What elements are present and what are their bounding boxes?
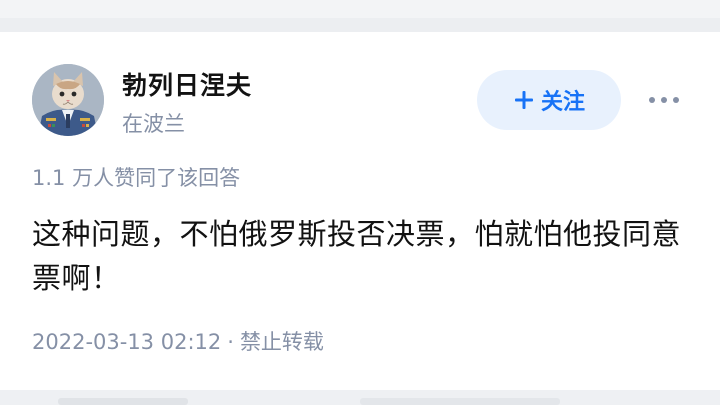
plus-icon: [514, 91, 533, 109]
copyright-notice: 禁止转载: [239, 330, 324, 354]
answer-content[interactable]: 这种问题，不怕俄罗斯投否决票，怕就怕他投同意票啊！: [32, 212, 692, 300]
next-card-edge-right: [360, 398, 560, 405]
author-avatar[interactable]: [32, 64, 104, 136]
bottom-band: [0, 390, 720, 405]
meta-separator: ·: [227, 330, 234, 354]
more-options-icon[interactable]: [644, 90, 684, 110]
top-band: [0, 0, 720, 32]
next-card-edge: [58, 398, 188, 405]
author-location: 在波兰: [122, 112, 185, 136]
cat-avatar-icon: [32, 64, 104, 136]
like-count-text: 1.1 万人赞同了该回答: [32, 166, 241, 190]
author-name[interactable]: 勃列日涅夫: [122, 66, 252, 102]
answer-timestamp: 2022-03-13 02:12: [32, 330, 222, 354]
section-divider: [0, 18, 720, 32]
answer-meta: 2022-03-13 02:12 · 禁止转载: [32, 326, 324, 356]
answer-card: 勃列日涅夫 在波兰 关注 1.1 万人赞同了该回答 这种问题，不怕俄罗斯投否决票…: [0, 32, 720, 390]
follow-button[interactable]: 关注: [477, 70, 621, 130]
follow-label: 关注: [540, 90, 585, 115]
